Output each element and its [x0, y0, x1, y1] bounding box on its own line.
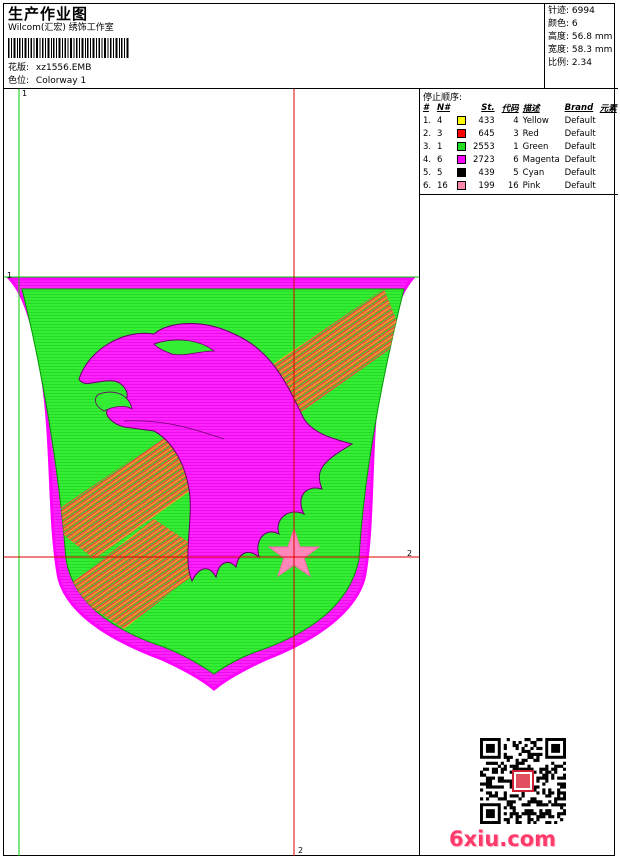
colorway-name: Colorway 1	[35, 76, 87, 86]
stop-sequence-header: # N# St. 代码 描述 Brand 元素	[421, 101, 620, 114]
row-description: Cyan	[522, 167, 545, 178]
row-brand: Default	[564, 167, 596, 178]
row-stitches: 439	[478, 167, 495, 178]
row-code: 4	[513, 115, 519, 126]
design-row: 花版: xz1556.EMB	[8, 63, 91, 74]
row-code: 1	[513, 141, 519, 152]
sheet-title: 生产作业图	[8, 5, 89, 23]
row-brand: Default	[564, 141, 596, 152]
row-element	[598, 166, 620, 179]
row-stitches: 2553	[473, 141, 495, 152]
row-needle: 1	[437, 141, 443, 152]
color-swatch-icon	[457, 154, 466, 164]
color-swatch	[455, 179, 471, 192]
colorway-label: 色位:	[8, 76, 30, 86]
row-index: 1.	[423, 115, 432, 126]
row-index: 2.	[423, 128, 432, 139]
row-index: 3.	[423, 141, 432, 152]
stop-sequence-row: 2. 3 645 3 Red Default	[421, 127, 620, 140]
row-stitches: 433	[478, 115, 495, 126]
column-header: Brand	[564, 102, 594, 113]
row-brand: Default	[564, 154, 596, 165]
row-needle: 4	[437, 115, 443, 126]
color-swatch	[455, 140, 471, 153]
column-header: N#	[437, 102, 451, 113]
color-swatch	[455, 127, 471, 140]
guide-label-h2: 2	[407, 549, 413, 558]
stop-sequence-row: 3. 1 2553 1 Green Default	[421, 140, 620, 153]
qr-code	[480, 738, 566, 824]
stat-stitches: 针迹: 6994	[548, 6, 595, 16]
row-description: Magenta	[522, 154, 560, 165]
color-swatch-icon	[457, 115, 466, 125]
column-header: #	[423, 102, 429, 113]
stat-colors: 颜色: 6	[548, 19, 578, 29]
color-swatch	[455, 114, 471, 127]
row-code: 16	[507, 180, 519, 191]
row-index: 6.	[423, 180, 432, 191]
design-stats: 针迹: 6994 颜色: 6 高度: 56.8 mm 宽度: 58.3 mm 比…	[548, 5, 612, 70]
company-name: Wilcom(汇宏) 绣饰工作室	[8, 23, 114, 33]
color-swatch-icon	[457, 141, 466, 151]
column-header	[455, 101, 471, 114]
color-swatch	[455, 166, 471, 179]
watermark-logo: 6xiu.com	[449, 827, 557, 851]
row-brand: Default	[564, 128, 596, 139]
row-needle: 6	[437, 154, 443, 165]
stop-sequence-table: # N# St. 代码 描述 Brand 元素 1. 4 433 4 Yellow Def…	[421, 101, 620, 192]
stop-sequence-row: 4. 6 2723 6 Magenta Default	[421, 153, 620, 166]
row-code: 6	[513, 154, 519, 165]
row-description: Green	[522, 141, 549, 152]
row-element	[598, 127, 620, 140]
colorway-row: 色位: Colorway 1	[8, 76, 86, 87]
column-header: St.	[481, 102, 495, 113]
stats-divider	[544, 3, 545, 89]
row-code: 3	[513, 128, 519, 139]
stat-scale: 比例: 2.34	[548, 58, 592, 68]
guide-label-h1: 1	[7, 271, 13, 280]
row-element	[598, 140, 620, 153]
row-element	[598, 179, 620, 192]
design-canvas	[4, 89, 419, 856]
color-swatch-icon	[457, 167, 466, 177]
row-code: 5	[513, 167, 519, 178]
row-stitches: 199	[478, 180, 495, 191]
stop-sequence-row: 5. 5 439 5 Cyan Default	[421, 166, 620, 179]
guide-label-v1: 1	[22, 89, 28, 98]
row-element	[598, 114, 620, 127]
stop-sequence-divider	[420, 194, 618, 195]
stat-width: 宽度: 58.3 mm	[548, 45, 613, 55]
column-header: 代码	[501, 103, 519, 114]
stat-height: 高度: 56.8 mm	[548, 32, 613, 42]
row-brand: Default	[564, 115, 596, 126]
sidebar-divider	[419, 88, 420, 856]
row-stitches: 645	[478, 128, 495, 139]
stop-sequence-row: 6. 16 199 16 Pink Default	[421, 179, 620, 192]
row-needle: 3	[437, 128, 443, 139]
guide-label-v2: 2	[298, 846, 304, 855]
row-description: Red	[522, 128, 539, 139]
stop-sequence-row: 1. 4 433 4 Yellow Default	[421, 114, 620, 127]
column-header: 元素	[599, 103, 617, 114]
color-swatch-icon	[457, 128, 466, 138]
design-name: xz1556.EMB	[35, 63, 92, 73]
row-stitches: 2723	[473, 154, 495, 165]
row-index: 5.	[423, 167, 432, 178]
row-brand: Default	[564, 180, 596, 191]
color-swatch-icon	[457, 180, 466, 190]
column-header: 描述	[522, 103, 540, 114]
row-description: Pink	[522, 180, 541, 191]
barcode	[8, 38, 129, 58]
row-element	[598, 153, 620, 166]
design-label: 花版:	[8, 63, 30, 73]
row-description: Yellow	[522, 115, 549, 126]
row-needle: 5	[437, 167, 443, 178]
color-swatch	[455, 153, 471, 166]
row-index: 4.	[423, 154, 432, 165]
row-needle: 16	[437, 180, 448, 191]
